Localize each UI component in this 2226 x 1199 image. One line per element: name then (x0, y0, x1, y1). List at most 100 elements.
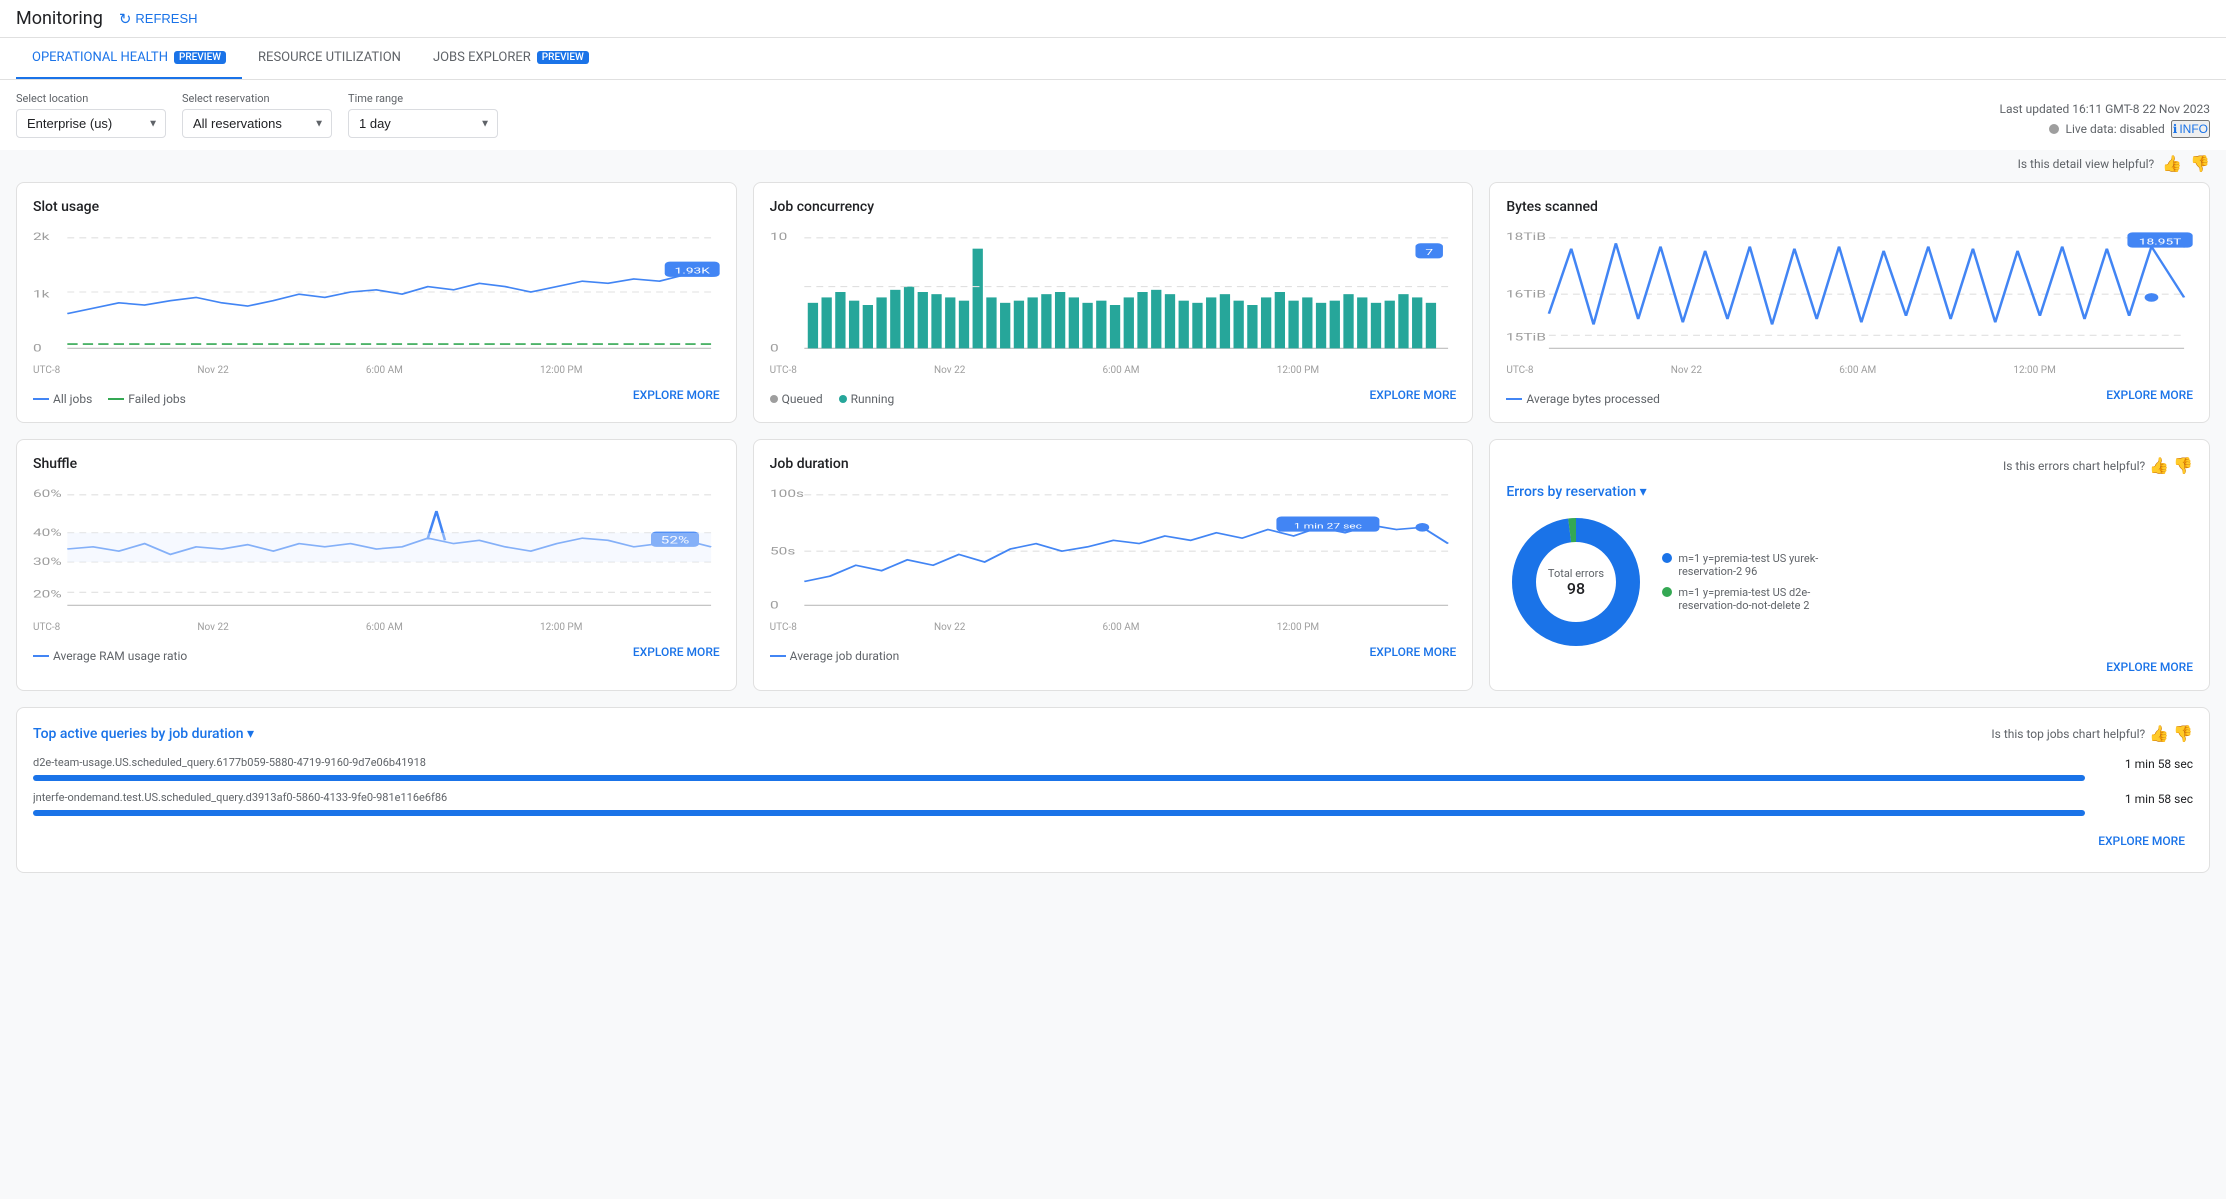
info-button[interactable]: ℹ INFO (2171, 120, 2210, 138)
errors-explore-more[interactable]: EXPLORE MORE (2106, 660, 2193, 674)
top-queries-thumbs-up[interactable]: 👍 (2149, 724, 2169, 744)
svg-text:0: 0 (33, 343, 42, 354)
dashboard: Slot usage 2k 1k 0 (0, 182, 2226, 905)
tab-badge-jobs: PREVIEW (537, 51, 589, 64)
errors-dimension[interactable]: reservation ▾ (1566, 484, 1647, 500)
job-concurrency-x-axis: UTC-8Nov 226:00 AM12:00 PM (770, 365, 1457, 376)
errors-helpful-question: Is this errors chart helpful? (2003, 459, 2145, 473)
bottom-explore: EXPLORE MORE (33, 826, 2193, 856)
shuffle-card: Shuffle 60% 40% 30% 20% (16, 439, 737, 691)
reservation-select[interactable]: All reservations (182, 109, 332, 138)
thumbs-up-button[interactable]: 👍 (2162, 154, 2182, 174)
svg-text:0: 0 (770, 343, 779, 354)
job-duration-explore-more[interactable]: EXPLORE MORE (1370, 645, 1457, 659)
time-range-select-wrapper: 1 day (348, 109, 498, 138)
svg-text:0: 0 (770, 600, 779, 611)
time-range-label: Time range (348, 92, 498, 105)
legend-queued: Queued (770, 392, 823, 406)
query-row-0: d2e-team-usage.US.scheduled_query.6177b0… (33, 756, 2193, 781)
errors-thumbs-up[interactable]: 👍 (2149, 456, 2169, 476)
job-concurrency-explore-more[interactable]: EXPLORE MORE (1370, 388, 1457, 402)
svg-text:98: 98 (1567, 579, 1585, 598)
legend-running: Running (839, 392, 895, 406)
legend-failed-jobs: Failed jobs (108, 392, 186, 406)
slot-usage-x-axis: UTC-8Nov 226:00 AM12:00 PM (33, 365, 720, 376)
query-bar-0 (33, 775, 2085, 781)
bytes-scanned-chart: 18TiB 16TiB 15TiB 18.95T (1506, 227, 2193, 357)
svg-text:30%: 30% (33, 557, 62, 568)
reservation-filter: Select reservation All reservations (182, 92, 332, 138)
bytes-scanned-footer: Average bytes processed EXPLORE MORE (1506, 384, 2193, 406)
helpful-row: Is this detail view helpful? 👍 👎 (0, 150, 2226, 182)
top-queries-title: Top active queries by job duration ▾ (33, 726, 254, 742)
top-queries-helpful-question: Is this top jobs chart helpful? (1991, 727, 2145, 741)
filters-right: Last updated 16:11 GMT-8 22 Nov 2023 Liv… (2000, 102, 2211, 138)
job-duration-title: Job duration (770, 456, 1457, 472)
job-duration-x-axis: UTC-8Nov 226:00 AM12:00 PM (770, 622, 1457, 633)
charts-row-1: Slot usage 2k 1k 0 (16, 182, 2210, 423)
errors-thumbs-down[interactable]: 👎 (2173, 456, 2193, 476)
donut-legend-item-0: m=1 y=premia-test US yurek-reservation-2… (1662, 552, 1822, 578)
slot-usage-title: Slot usage (33, 199, 720, 215)
job-duration-card: Job duration 100s 50s 0 1 min 27 sec (753, 439, 1474, 691)
top-queries-dimension[interactable]: job duration ▾ (169, 726, 254, 742)
query-row-1: jnterfe-ondemand.test.US.scheduled_query… (33, 791, 2193, 816)
top-queries-thumbs-down[interactable]: 👎 (2173, 724, 2193, 744)
charts-row-2: Shuffle 60% 40% 30% 20% (16, 439, 2210, 691)
app-title: Monitoring (16, 8, 103, 29)
legend-avg-bytes: Average bytes processed (1506, 392, 1660, 406)
bytes-scanned-explore-more[interactable]: EXPLORE MORE (2106, 388, 2193, 402)
refresh-label: REFRESH (135, 11, 197, 26)
legend-avg-duration: Average job duration (770, 649, 900, 663)
filters-row: Select location Enterprise (us) Select r… (0, 80, 2226, 150)
tab-resource-utilization[interactable]: RESOURCE UTILIZATION (242, 38, 417, 79)
shuffle-x-axis: UTC-8Nov 226:00 AM12:00 PM (33, 622, 720, 633)
shuffle-footer: Average RAM usage ratio EXPLORE MORE (33, 641, 720, 663)
info-icon: ℹ (2173, 122, 2178, 136)
top-bar: Monitoring ↻ REFRESH (0, 0, 2226, 38)
job-concurrency-footer: Queued Running EXPLORE MORE (770, 384, 1457, 406)
svg-text:2k: 2k (33, 232, 50, 243)
bytes-scanned-legend: Average bytes processed (1506, 392, 1660, 406)
svg-text:15TiB: 15TiB (1506, 332, 1546, 343)
donut-container: Total errors 98 m=1 y=premia-test US yur… (1506, 512, 2193, 652)
slot-usage-explore-more[interactable]: EXPLORE MORE (633, 388, 720, 402)
errors-title: Errors by reservation ▾ (1506, 484, 2193, 500)
location-select[interactable]: Enterprise (us) (16, 109, 166, 138)
svg-text:1 min 27 sec: 1 min 27 sec (1294, 522, 1362, 530)
bytes-scanned-card: Bytes scanned 18TiB 16TiB 15TiB 18.95T (1489, 182, 2210, 423)
thumbs-down-button[interactable]: 👎 (2190, 154, 2210, 174)
legend-all-jobs: All jobs (33, 392, 92, 406)
tab-label-operational: OPERATIONAL HEALTH (32, 50, 168, 65)
query-duration-0: 1 min 58 sec (2125, 757, 2193, 771)
query-duration-1: 1 min 58 sec (2125, 792, 2193, 806)
job-concurrency-card: Job concurrency 10 0 (753, 182, 1474, 423)
donut-legend: m=1 y=premia-test US yurek-reservation-2… (1662, 552, 1822, 612)
reservation-select-wrapper: All reservations (182, 109, 332, 138)
live-dot (2049, 124, 2059, 134)
svg-text:10: 10 (770, 232, 787, 243)
shuffle-explore-more[interactable]: EXPLORE MORE (633, 645, 720, 659)
shuffle-legend: Average RAM usage ratio (33, 649, 187, 663)
job-duration-legend: Average job duration (770, 649, 900, 663)
refresh-button[interactable]: ↻ REFRESH (119, 10, 198, 28)
top-queries-helpful: Is this top jobs chart helpful? 👍 👎 (1991, 724, 2193, 744)
last-updated: Last updated 16:11 GMT-8 22 Nov 2023 (2000, 102, 2211, 116)
svg-text:1k: 1k (33, 289, 50, 300)
errors-header: Is this errors chart helpful? 👍 👎 (1506, 456, 2193, 476)
legend-dot-green (1662, 587, 1672, 597)
top-queries-explore-more[interactable]: EXPLORE MORE (2098, 834, 2185, 848)
job-concurrency-title: Job concurrency (770, 199, 1457, 215)
top-queries-header: Top active queries by job duration ▾ Is … (33, 724, 2193, 744)
location-select-wrapper: Enterprise (us) (16, 109, 166, 138)
slot-usage-footer: All jobs Failed jobs EXPLORE MORE (33, 384, 720, 406)
bytes-scanned-x-axis: UTC-8Nov 226:00 AM12:00 PM (1506, 365, 2193, 376)
live-data-row: Live data: disabled ℹ INFO (2049, 120, 2210, 138)
job-concurrency-chart: 10 0 (770, 227, 1457, 357)
time-range-select[interactable]: 1 day (348, 109, 498, 138)
errors-card: Is this errors chart helpful? 👍 👎 Errors… (1489, 439, 2210, 691)
query-label-0: d2e-team-usage.US.scheduled_query.6177b0… (33, 756, 426, 769)
tab-operational-health[interactable]: OPERATIONAL HEALTH PREVIEW (16, 38, 242, 79)
svg-text:7: 7 (1425, 247, 1433, 258)
tab-jobs-explorer[interactable]: JOBS EXPLORER PREVIEW (417, 38, 605, 79)
